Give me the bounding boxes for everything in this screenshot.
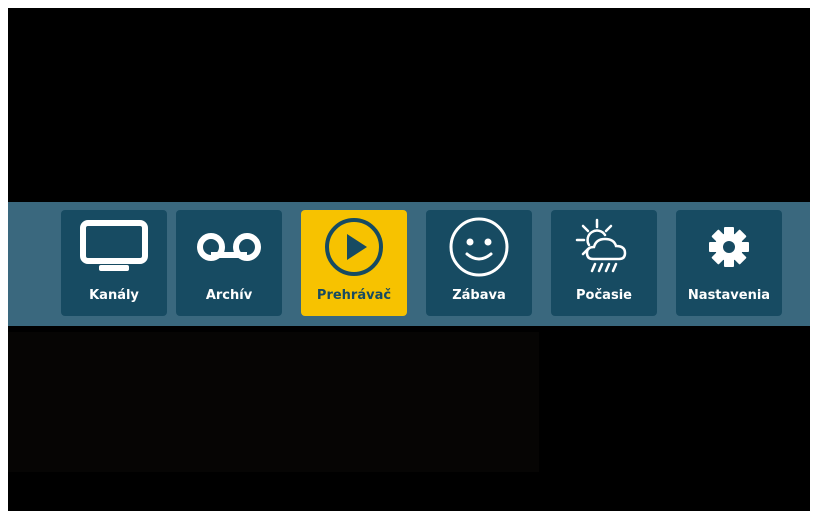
menu-item-prehravac[interactable]: Prehrávač bbox=[301, 210, 407, 316]
tv-screen: Kanály Archív Prehrávač Zábava Počasie N… bbox=[8, 8, 810, 511]
smiley-icon bbox=[426, 216, 532, 278]
main-menu-bar: Kanály Archív Prehrávač Zábava Počasie N… bbox=[8, 202, 810, 326]
menu-item-pocasie[interactable]: Počasie bbox=[551, 210, 657, 316]
weather-sun-rain-icon bbox=[551, 216, 657, 278]
menu-item-label: Zábava bbox=[452, 288, 506, 303]
tv-icon bbox=[61, 216, 167, 278]
menu-item-zabava[interactable]: Zábava bbox=[426, 210, 532, 316]
gear-icon bbox=[676, 216, 782, 278]
play-circle-icon bbox=[301, 216, 407, 278]
menu-item-label: Archív bbox=[205, 288, 253, 303]
menu-item-label: Kanály bbox=[89, 288, 139, 303]
content-panel bbox=[8, 332, 539, 472]
menu-item-label: Nastavenia bbox=[687, 288, 771, 303]
menu-item-archiv[interactable]: Archív bbox=[176, 210, 282, 316]
menu-item-label: Prehrávač bbox=[316, 288, 392, 303]
menu-item-nastavenia[interactable]: Nastavenia bbox=[676, 210, 782, 316]
menu-item-kanaly[interactable]: Kanály bbox=[61, 210, 167, 316]
menu-item-label: Počasie bbox=[576, 288, 632, 303]
voicemail-icon bbox=[176, 216, 282, 278]
